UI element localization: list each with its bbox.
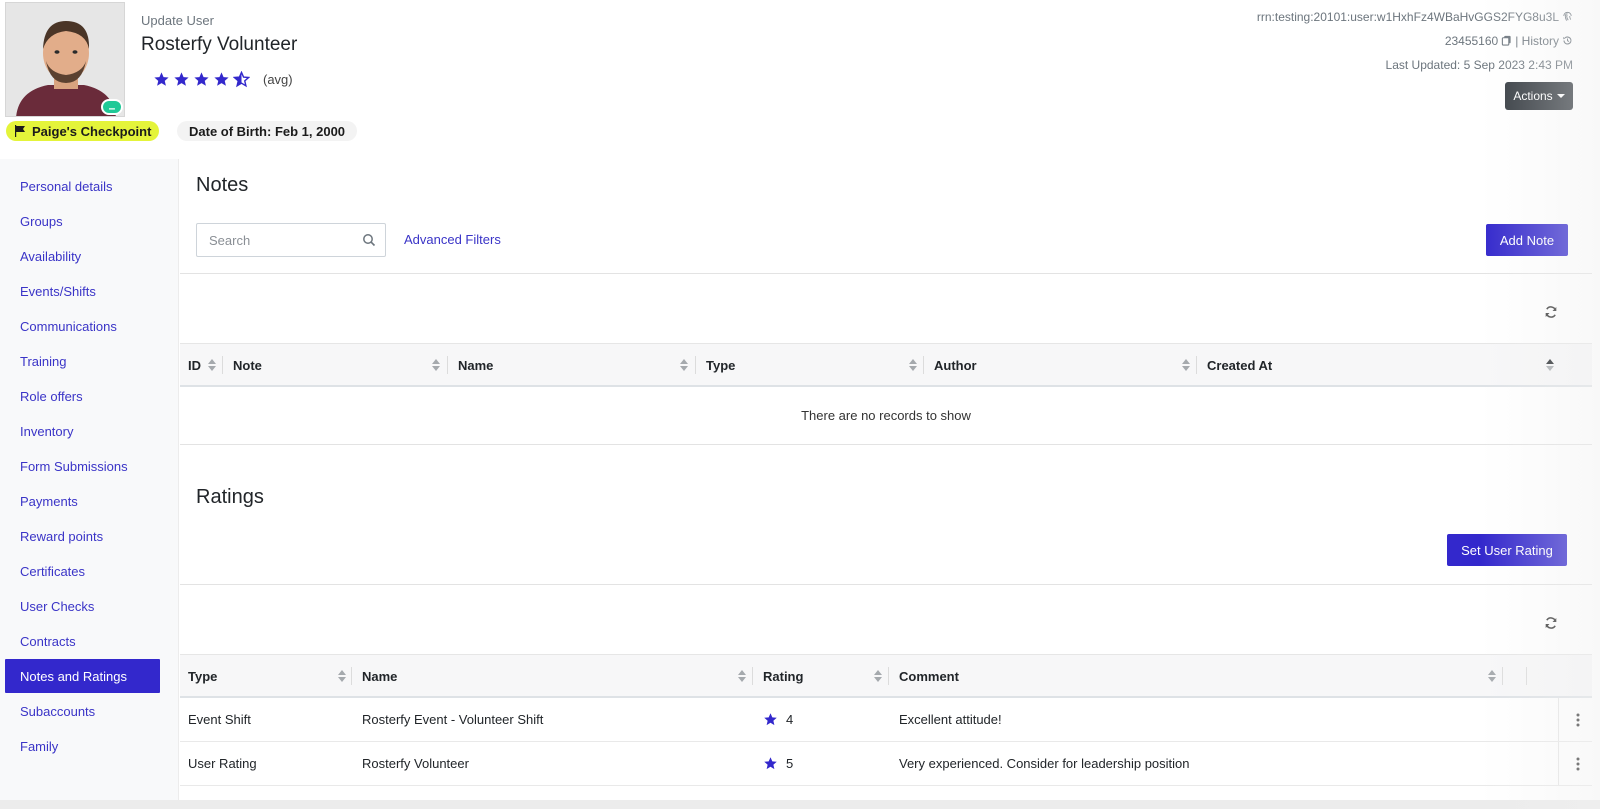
column-header-type[interactable]: Type (706, 344, 735, 386)
sort-icon[interactable] (874, 670, 882, 682)
star-icon (154, 72, 169, 86)
actions-button[interactable]: Actions (1505, 82, 1573, 110)
rating-value: 5 (786, 756, 794, 771)
sidebar-item-family[interactable]: Family (5, 729, 160, 763)
sidebar-item-events-shifts[interactable]: Events/Shifts (5, 274, 160, 308)
sidebar-item-communications[interactable]: Communications (5, 309, 160, 343)
sidebar-item-training[interactable]: Training (5, 344, 160, 378)
star-icon (174, 72, 189, 86)
search-icon[interactable] (362, 233, 376, 247)
sidebar-item-inventory[interactable]: Inventory (5, 414, 160, 448)
caret-down-icon (1556, 94, 1565, 98)
row-actions-cell (1558, 698, 1592, 741)
sidebar-item-certificates[interactable]: Certificates (5, 554, 160, 588)
column-header-name[interactable]: Name (362, 655, 397, 697)
refresh-icon[interactable] (1544, 305, 1558, 319)
rrn-text[interactable]: rrn:testing:20101:user:w1HxhFz4WBaHvGGS2… (1257, 10, 1559, 24)
table-row[interactable]: Event Shift Rosterfy Event - Volunteer S… (180, 698, 1592, 742)
notes-search-input[interactable] (209, 232, 349, 248)
row-actions-cell (1558, 742, 1592, 785)
divider (180, 273, 1592, 274)
bottom-edge (0, 800, 1600, 809)
sidebar-item-form-submissions[interactable]: Form Submissions (5, 449, 160, 483)
history-link[interactable]: | History (1515, 34, 1559, 48)
column-header-note[interactable]: Note (233, 344, 262, 386)
star-icon (194, 72, 209, 86)
rating-average-label: (avg) (263, 72, 293, 87)
user-header: – Update User Rosterfy Volunteer (avg) P… (0, 0, 1600, 158)
refresh-icon[interactable] (1544, 616, 1558, 630)
sort-icon[interactable] (432, 359, 440, 371)
column-header-author[interactable]: Author (934, 344, 977, 386)
column-header-id[interactable]: ID (188, 344, 201, 386)
main-content: Notes Advanced Filters Add Note ID Note … (180, 159, 1592, 809)
sidebar-item-role-offers[interactable]: Role offers (5, 379, 160, 413)
divider (180, 584, 1592, 585)
cell-rating: 4 (763, 698, 793, 741)
sort-icon[interactable] (680, 359, 688, 371)
user-id-text: 23455160 (1444, 34, 1499, 48)
add-note-button[interactable]: Add Note (1486, 224, 1568, 256)
sort-icon[interactable] (738, 670, 746, 682)
cell-rating: 5 (763, 742, 793, 785)
notes-title: Notes (196, 174, 249, 196)
status-indicator: – (101, 99, 123, 115)
ratings-title: Ratings (196, 486, 264, 508)
fingerprint-icon[interactable] (1562, 11, 1573, 22)
column-header-created-at[interactable]: Created At (1207, 344, 1272, 386)
sidebar-item-subaccounts[interactable]: Subaccounts (5, 694, 160, 728)
user-name: Rosterfy Volunteer (141, 34, 298, 55)
cell-type: User Rating (188, 756, 257, 771)
notes-table-header: ID Note Name Type Author Created At (180, 343, 1592, 387)
actions-label: Actions (1513, 89, 1553, 103)
flag-icon (15, 125, 25, 137)
sidebar-nav: Personal details Groups Availability Eve… (0, 159, 179, 809)
dob-badge: Date of Birth: Feb 1, 2000 (177, 121, 358, 141)
star-icon (214, 72, 229, 86)
kebab-menu-icon[interactable] (1576, 713, 1580, 727)
sort-icon[interactable] (909, 359, 917, 371)
column-header-type[interactable]: Type (188, 655, 217, 697)
sidebar-item-contracts[interactable]: Contracts (5, 624, 160, 658)
column-header-rating[interactable]: Rating (763, 655, 803, 697)
checkpoint-label: Paige's Checkpoint (32, 123, 152, 139)
column-header-name[interactable]: Name (458, 344, 493, 386)
star-icon (764, 713, 777, 726)
cell-type: Event Shift (188, 712, 251, 727)
checkpoint-badge[interactable]: Paige's Checkpoint (6, 121, 160, 141)
sort-icon[interactable] (208, 359, 216, 371)
star-icon (764, 757, 777, 770)
notes-empty-state: There are no records to show (180, 387, 1592, 445)
sidebar-item-payments[interactable]: Payments (5, 484, 160, 518)
sort-icon[interactable] (1182, 359, 1190, 371)
star-half-icon (233, 71, 250, 88)
last-updated-text: Last Updated: 5 Sep 2023 2:43 PM (1385, 58, 1573, 72)
sort-desc-icon[interactable] (1546, 359, 1554, 371)
notes-search[interactable] (196, 223, 386, 257)
sidebar-item-reward-points[interactable]: Reward points (5, 519, 160, 553)
sort-icon[interactable] (338, 670, 346, 682)
ratings-table-header: Type Name Rating Comment (180, 654, 1592, 698)
advanced-filters-link[interactable]: Advanced Filters (404, 232, 501, 247)
table-row[interactable]: User Rating Rosterfy Volunteer 5 Very ex… (180, 742, 1592, 786)
cell-comment: Excellent attitude! (899, 712, 1002, 727)
sidebar-item-personal-details[interactable]: Personal details (5, 169, 160, 203)
sidebar-item-user-checks[interactable]: User Checks (5, 589, 160, 623)
sidebar-item-availability[interactable]: Availability (5, 239, 160, 273)
sort-icon[interactable] (1488, 670, 1496, 682)
record-meta: rrn:testing:20101:user:w1HxhFz4WBaHvGGS2… (1257, 10, 1573, 82)
average-rating: (avg) (153, 71, 293, 88)
page-eyebrow: Update User (141, 13, 214, 28)
set-user-rating-button[interactable]: Set User Rating (1447, 534, 1567, 566)
column-header-comment[interactable]: Comment (899, 655, 959, 697)
cell-name: Rosterfy Volunteer (362, 756, 469, 771)
rating-value: 4 (786, 712, 794, 727)
history-icon[interactable] (1562, 35, 1573, 46)
cell-comment: Very experienced. Consider for leadershi… (899, 756, 1190, 771)
sidebar-item-notes-and-ratings[interactable]: Notes and Ratings (5, 659, 160, 693)
copy-icon[interactable] (1501, 35, 1512, 46)
cell-name: Rosterfy Event - Volunteer Shift (362, 712, 544, 727)
sidebar-item-groups[interactable]: Groups (5, 204, 160, 238)
kebab-menu-icon[interactable] (1576, 757, 1580, 771)
